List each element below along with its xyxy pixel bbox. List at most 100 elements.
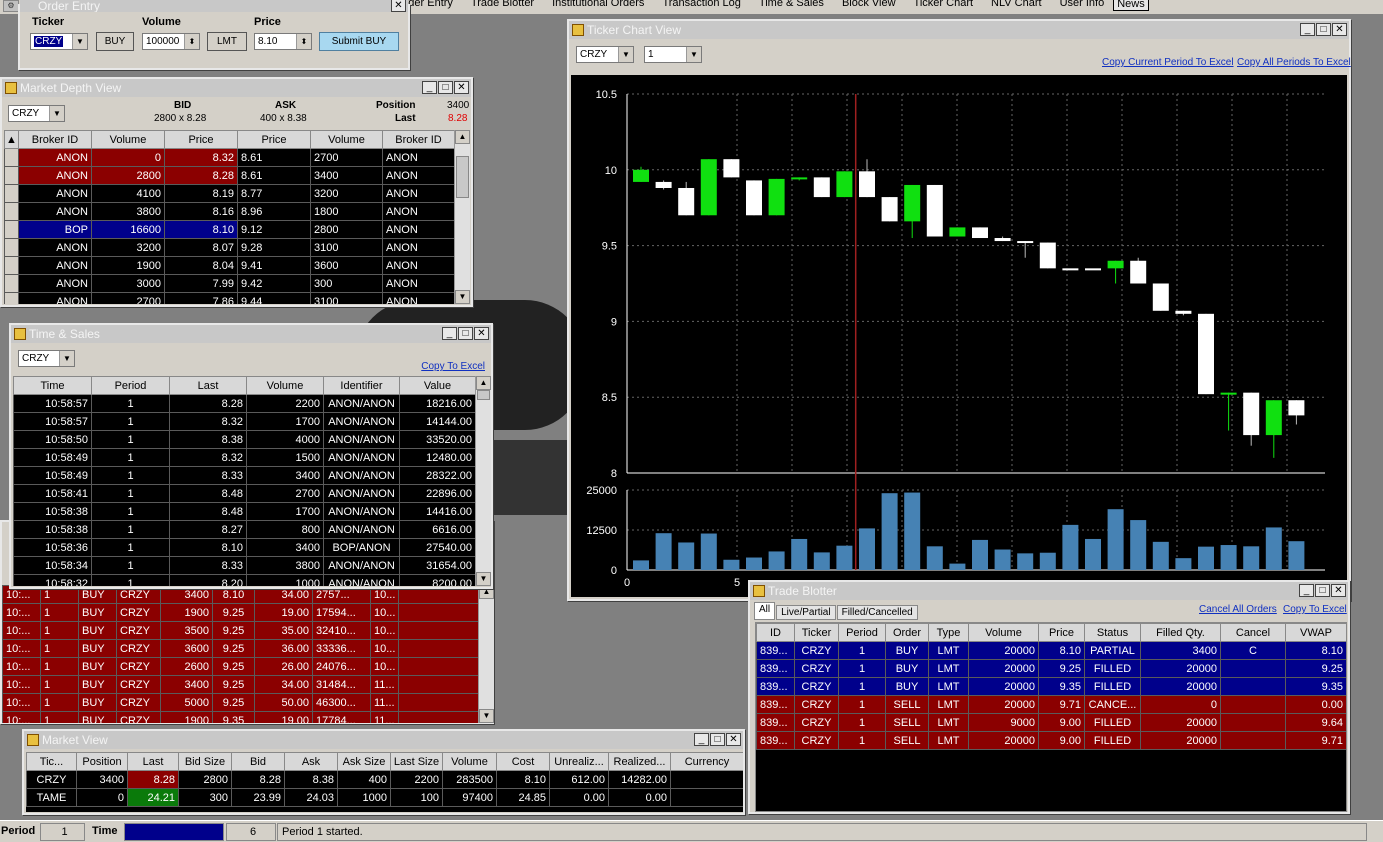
candle-body[interactable] xyxy=(655,181,672,188)
ts-column-header[interactable]: Volume xyxy=(246,376,324,395)
ts-row[interactable]: 10:58:32 1 8.20 1000 ANON/ANON 8200.00 xyxy=(13,574,475,586)
submit-button[interactable]: Submit BUY xyxy=(319,32,399,51)
candle-body[interactable] xyxy=(678,187,695,216)
depth-row[interactable]: BOP 16600 8.10 9.12 2800 ANON xyxy=(4,220,454,239)
ts-scrollbar[interactable]: ▲ ▼ xyxy=(475,376,491,586)
candle-body[interactable] xyxy=(1175,310,1192,314)
candlestick-chart[interactable]: 10.5 10 9.5 9 8.5 8 25000 12500 00 5 xyxy=(571,75,1347,597)
mv-row[interactable]: TAME 0 24.21 300 23.99 24.03 1000 100 97400 24.85… xyxy=(26,788,743,807)
menu-item[interactable]: User Info xyxy=(1051,0,1114,11)
chevron-down-icon[interactable]: ▼ xyxy=(618,47,633,62)
blotter-row[interactable]: 839... CRZY 1 BUY LMT 20000 9.25 FILLED 20000 9.2… xyxy=(756,659,1346,678)
volume-bar[interactable] xyxy=(768,551,785,570)
blotter-column-header[interactable]: Filled Qty. xyxy=(1140,623,1221,642)
depth-row[interactable]: ANON 2700 7.86 9.44 3100 ANON xyxy=(4,292,454,304)
blotter-row[interactable]: 839... CRZY 1 SELL LMT 20000 9.00 FILLED 20000 9.… xyxy=(756,731,1346,750)
ts-row[interactable]: 10:58:36 1 8.10 3400 BOP/ANON 27540.00 xyxy=(13,538,475,557)
maximize-icon[interactable]: □ xyxy=(458,327,473,340)
volume-bar[interactable] xyxy=(972,539,988,570)
mv-column-header[interactable]: Bid xyxy=(231,752,285,771)
volume-bar[interactable] xyxy=(1062,524,1079,570)
depth-column-header[interactable]: Price xyxy=(237,130,311,149)
candle-body[interactable] xyxy=(1152,283,1169,311)
row-selector[interactable] xyxy=(4,202,19,221)
menu-item[interactable]: Trade Blotter xyxy=(462,0,543,11)
ts-column-header[interactable]: Value xyxy=(399,376,475,395)
volume-bar[interactable] xyxy=(791,538,808,570)
menu-item[interactable]: NLV Chart xyxy=(982,0,1051,11)
maximize-icon[interactable]: □ xyxy=(438,81,453,94)
volume-bar[interactable] xyxy=(1039,552,1056,570)
minimize-icon[interactable]: _ xyxy=(1300,23,1315,36)
volume-bar[interactable] xyxy=(859,528,875,570)
maximize-icon[interactable]: □ xyxy=(1316,23,1331,36)
stepper-icon[interactable]: ⬍ xyxy=(296,34,311,49)
volume-bar[interactable] xyxy=(813,552,830,570)
candle-body[interactable] xyxy=(1130,260,1147,284)
menu-item[interactable]: Time & Sales xyxy=(750,0,833,11)
depth-row[interactable]: ANON 3000 7.99 9.42 300 ANON xyxy=(4,274,454,293)
row-selector[interactable] xyxy=(4,292,19,304)
side-button[interactable]: BUY xyxy=(96,32,134,51)
candle-body[interactable] xyxy=(1085,268,1101,271)
mv-column-header[interactable]: Ask xyxy=(284,752,338,771)
ts-row[interactable]: 10:58:49 1 8.33 3400 ANON/ANON 28322.00 xyxy=(13,466,475,485)
scroll-down-icon[interactable]: ▼ xyxy=(455,290,470,304)
copy-current-period-link[interactable]: Copy Current Period To Excel xyxy=(1102,57,1234,68)
depth-row[interactable]: ANON 3200 8.07 9.28 3100 ANON xyxy=(4,238,454,257)
blotter-copy-link[interactable]: Copy To Excel xyxy=(1283,604,1347,615)
log-row[interactable]: 10:... 1 BUY CRZY 3600 9.25 36.00 33336... 10... xyxy=(2,639,478,658)
log-row[interactable]: 10:... 1 BUY CRZY 3400 9.25 34.00 31484... 11... xyxy=(2,675,478,694)
volume-bar[interactable] xyxy=(1220,545,1237,570)
maximize-icon[interactable]: □ xyxy=(710,733,725,746)
mv-column-header[interactable]: Last Size xyxy=(390,752,443,771)
close-icon[interactable]: ✕ xyxy=(454,81,469,94)
row-selector[interactable] xyxy=(4,166,19,185)
volume-bar[interactable] xyxy=(1265,527,1282,570)
blotter-column-header[interactable]: Price xyxy=(1038,623,1085,642)
scroll-down-icon[interactable]: ▼ xyxy=(476,572,491,586)
row-selector[interactable] xyxy=(4,238,19,257)
candle-body[interactable] xyxy=(813,177,830,198)
volume-stepper[interactable]: 100000 ⬍ xyxy=(142,33,200,50)
close-icon[interactable]: ✕ xyxy=(726,733,741,746)
volume-bar[interactable] xyxy=(836,545,853,570)
candle-body[interactable] xyxy=(791,177,808,180)
ts-row[interactable]: 10:58:41 1 8.48 2700 ANON/ANON 22896.00 xyxy=(13,484,475,503)
market-depth-titlebar[interactable]: Market Depth View _ □ ✕ xyxy=(2,79,471,97)
depth-row[interactable]: ANON 1900 8.04 9.41 3600 ANON xyxy=(4,256,454,275)
volume-bar[interactable] xyxy=(723,559,740,570)
candle-body[interactable] xyxy=(1198,313,1214,395)
blotter-column-header[interactable]: Period xyxy=(838,623,886,642)
candle-body[interactable] xyxy=(859,171,875,198)
volume-bar[interactable] xyxy=(994,549,1011,570)
chart-period-select[interactable]: 1 ▼ xyxy=(644,46,702,63)
blotter-tab[interactable]: Live/Partial xyxy=(776,605,836,620)
gear-icon[interactable]: ⚙ xyxy=(3,0,19,12)
chart-ticker-select[interactable]: CRZY ▼ xyxy=(576,46,634,63)
row-selector[interactable] xyxy=(4,148,19,167)
scroll-up-icon[interactable]: ▲ xyxy=(476,376,491,390)
volume-bar[interactable] xyxy=(881,493,898,570)
candle-body[interactable] xyxy=(994,238,1011,242)
blotter-column-header[interactable]: VWAP xyxy=(1285,623,1346,642)
blotter-column-header[interactable]: ID xyxy=(756,623,795,642)
candle-body[interactable] xyxy=(1107,260,1124,269)
time-sales-titlebar[interactable]: Time & Sales _ □ ✕ xyxy=(11,325,491,343)
mv-column-header[interactable]: Realized... xyxy=(608,752,671,771)
volume-bar[interactable] xyxy=(1243,546,1260,570)
ts-row[interactable]: 10:58:38 1 8.27 800 ANON/ANON 6616.00 xyxy=(13,520,475,539)
candle-body[interactable] xyxy=(633,169,649,182)
price-stepper[interactable]: 8.10 ⬍ xyxy=(254,33,312,50)
menu-item[interactable]: Institutional Orders xyxy=(543,0,653,11)
mv-column-header[interactable]: Position xyxy=(76,752,128,771)
depth-column-header[interactable]: Volume xyxy=(310,130,383,149)
mv-column-header[interactable]: Currency xyxy=(670,752,743,771)
blotter-row[interactable]: 839... CRZY 1 SELL LMT 20000 9.71 CANCE... 0 0.00 xyxy=(756,695,1346,714)
close-icon[interactable]: ✕ xyxy=(1332,23,1347,36)
order-type-button[interactable]: LMT xyxy=(207,32,247,51)
depth-column-header[interactable]: Broker ID xyxy=(382,130,454,149)
depth-row[interactable]: ANON 3800 8.16 8.96 1800 ANON xyxy=(4,202,454,221)
minimize-icon[interactable]: _ xyxy=(442,327,457,340)
row-selector[interactable] xyxy=(4,256,19,275)
